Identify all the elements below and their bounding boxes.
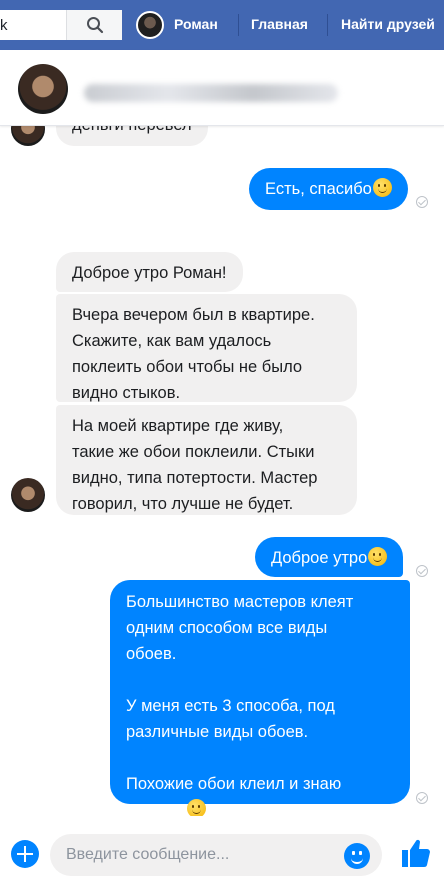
message-list[interactable]: деньги перевел Есть, спасибо Доброе утро… [0,126,444,816]
emoji-icon[interactable] [344,843,370,869]
message-composer [0,820,444,888]
incoming-message[interactable]: Доброе утро Роман! [56,252,243,292]
message-text: Доброе утро [271,549,368,567]
search-box[interactable]: k [0,10,122,40]
like-icon[interactable] [399,836,433,870]
message-text: деньги перевел [72,126,192,134]
message-input[interactable] [66,834,336,876]
smile-emoji-icon [368,547,388,566]
home-link[interactable]: Главная [251,16,308,32]
top-navigation-bar: k Роман Главная Найти друзей [0,0,444,50]
message-text: Вчера вечером был в квартире. Скажите, к… [72,306,315,402]
smile-emoji-icon [372,178,392,197]
nav-divider [238,14,239,36]
seen-check-icon [416,565,428,577]
message-text: На моей квартире где живу, такие же обои… [72,417,318,513]
search-button[interactable] [66,10,122,40]
smirk-emoji-icon [186,799,206,816]
seen-check-icon [416,196,428,208]
incoming-message[interactable]: Вчера вечером был в квартире. Скажите, к… [56,294,357,402]
contact-avatar[interactable] [18,64,68,114]
search-icon [86,17,103,34]
profile-link[interactable]: Роман [174,16,218,32]
outgoing-message[interactable]: Большинство мастеров клеят одним способо… [110,580,410,816]
incoming-message[interactable]: деньги перевел [56,126,208,146]
incoming-message[interactable]: На моей квартире где живу, такие же обои… [56,405,357,515]
outgoing-message[interactable]: Доброе утро [255,537,404,577]
contact-avatar-small[interactable] [11,126,45,146]
nav-divider [327,14,328,36]
profile-avatar[interactable] [136,11,164,39]
add-icon[interactable] [11,840,39,868]
message-input-wrapper[interactable] [50,834,382,876]
message-text: Доброе утро Роман! [72,264,227,282]
message-text: Большинство мастеров клеят одним способо… [126,593,354,816]
contact-avatar-small[interactable] [11,478,45,512]
find-friends-link[interactable]: Найти друзей [341,16,435,32]
chat-header [0,50,444,126]
search-input[interactable]: k [0,17,8,34]
contact-name-blurred[interactable] [84,84,338,102]
seen-check-icon [416,792,428,804]
message-text: Есть, спасибо [265,180,372,198]
outgoing-message[interactable]: Есть, спасибо [249,168,408,210]
